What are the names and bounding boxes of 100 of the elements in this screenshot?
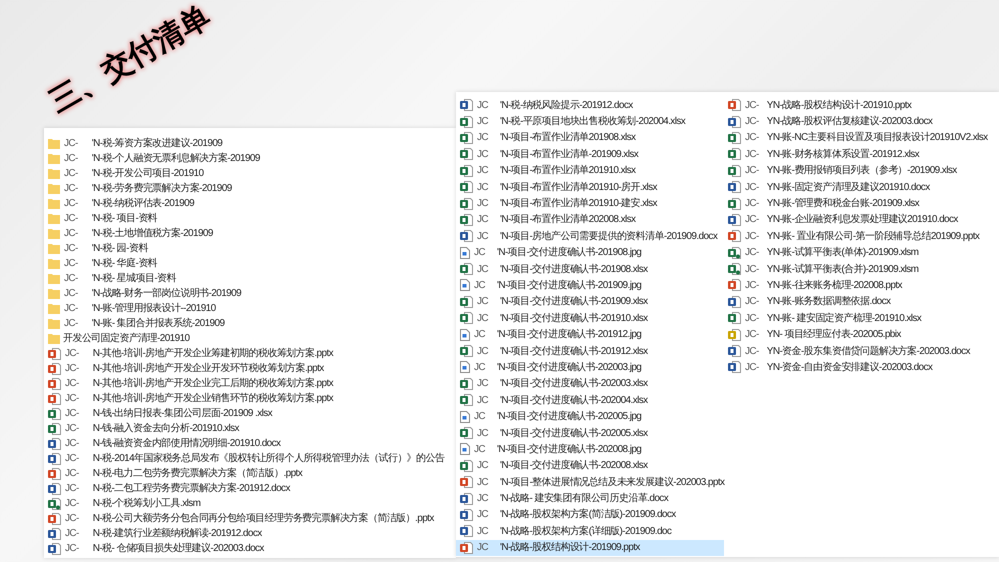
file-item[interactable]: JC- YN-账-费用报销项目列表（参考）-201909.xlsx — [724, 162, 999, 179]
file-item[interactable]: JC- YN-战略-股权结构设计-201910.pptx — [724, 97, 999, 114]
file-item[interactable]: JC 'N-项目-交付进度确认书-201908.xlsx — [456, 260, 724, 278]
folder-item[interactable]: JC- 'N-税-土地增值税方案-201909 — [44, 226, 456, 241]
spreadsheet-file-icon — [460, 312, 473, 324]
folder-item[interactable]: JC- 'N-税- 星城项目-资料 — [44, 271, 456, 286]
document-file-icon — [48, 438, 61, 450]
document-file-icon — [460, 492, 473, 505]
image-file-icon — [460, 410, 470, 423]
file-item[interactable]: JC- N-税-公司大额劳务分包合同再分包给项目经理劳务费完票解决方案（简洁版）.pptx — [44, 511, 456, 526]
file-item[interactable]: JC 'N-战略-股权架构方案(详细版)-201909.doc — [456, 523, 724, 540]
file-item[interactable]: JC- YN-账-NC主要科目设置及项目报表设计201910V2.xlsx — [724, 130, 999, 146]
spreadsheet-file-icon — [460, 460, 473, 472]
folder-item[interactable]: JC- 'N-税-筹资方案改进建议-201909 — [44, 136, 456, 151]
file-item[interactable]: JC- N-税-二包工程劳务费完票解决方案-201912.docx — [44, 481, 456, 496]
file-item[interactable]: JC 'N-税-纳税风险提示-201912.docx — [456, 97, 724, 114]
file-item[interactable]: JC- YN-账- 建安固定资产梳理-201910.xlsx — [724, 310, 999, 326]
file-item[interactable]: JC- N-钱-出纳日报表-集团公司层面-201909 .xlsx — [44, 406, 456, 421]
folder-item[interactable]: JC- 'N-账- 集团合并报表系统-201909 — [44, 316, 456, 331]
spreadsheet-file-icon — [728, 132, 741, 144]
file-item[interactable]: JC 'N-项目-交付进度确认书-202008.xlsx — [456, 458, 724, 474]
folder-item[interactable]: JC- 'N-税-个人融资无票利息解决方案-201909 — [44, 151, 456, 166]
folder-item[interactable]: 开发公司固定资产清理-201910 — [44, 331, 456, 346]
file-item[interactable]: JC- YN- 项目经理应付表-202005.pbix — [724, 326, 999, 343]
file-item[interactable]: JC- N-其他-培训-房地产开发企业筹建初期的税收筹划方案.pptx — [44, 346, 456, 361]
document-file-icon — [728, 296, 741, 308]
file-item[interactable]: JC- YN-资金-自由资金安排建议-202003.docx — [724, 359, 999, 376]
presentation-file-icon — [48, 348, 61, 360]
file-item[interactable]: JC 'N-项目-布置作业清单201908.xlsx — [456, 130, 724, 146]
file-item[interactable]: JC 'N-项目-布置作业清单201910.xlsx — [456, 162, 724, 179]
folder-item[interactable]: JC- 'N-税- 华庭-资料 — [44, 256, 456, 271]
spreadsheet-file-icon — [460, 198, 473, 210]
file-item[interactable]: JC 'N-项目-布置作业清单201910-建安.xlsx — [456, 195, 724, 212]
file-item[interactable]: JC 'N-项目-交付进度确认书-202005.jpg — [456, 408, 724, 425]
file-item[interactable]: JC- YN-账-固定资产清理及建议201910.docx — [724, 178, 999, 196]
file-item[interactable]: JC- YN-账-试算平衡表(合并)-201909.xlsm — [724, 260, 999, 278]
folder-icon — [48, 318, 60, 329]
spreadsheet-file-icon — [460, 148, 473, 160]
file-item[interactable]: JC 'N-税-平原项目地块出售税收筹划-202004.xlsx — [456, 113, 724, 130]
folder-icon — [48, 168, 60, 179]
file-item[interactable]: JC 'N-项目-交付进度确认书-202004.xlsx — [456, 392, 724, 408]
file-item[interactable]: JC 'N-项目-交付进度确认书-201908.jpg — [456, 244, 724, 261]
folder-icon — [48, 198, 60, 209]
file-item[interactable]: JC- YN-资金-股东集资借贷问题解决方案-202003.docx — [724, 342, 999, 360]
document-file-icon — [48, 482, 61, 494]
file-item[interactable]: JC 'N-项目-房地产公司需要提供的资料清单-201909.docx — [456, 228, 724, 245]
folder-item[interactable]: JC- 'N-账-管理用报表设计--201910 — [44, 301, 456, 316]
file-item[interactable]: JC- YN-账-管理费和税金台账-201909.xlsx — [724, 195, 999, 212]
folder-icon — [48, 273, 60, 284]
file-item[interactable]: JC 'N-项目-交付进度确认书-201909.xlsx — [456, 294, 724, 310]
file-item[interactable]: JC- N-税-建筑行业差额纳税解读-201912.docx — [44, 526, 456, 541]
spreadsheet-file-icon — [728, 263, 741, 276]
presentation-file-icon — [48, 392, 61, 404]
folder-item[interactable]: JC- 'N-税- 项目-资料 — [44, 211, 456, 226]
file-item[interactable]: JC 'N-项目-布置作业清单202008.xlsx — [456, 212, 724, 228]
file-item[interactable]: JC- YN-账-企业融资利息发票处理建议201910.docx — [724, 212, 999, 228]
folder-item[interactable]: JC- 'N-税-劳务费完票解决方案-201909 — [44, 181, 456, 196]
image-file-icon — [460, 328, 470, 341]
file-item[interactable]: JC 'N-项目-交付进度确认书-202003.xlsx — [456, 376, 724, 392]
file-item[interactable]: JC 'N-项目-交付进度确认书-201912.jpg — [456, 326, 724, 343]
file-item[interactable]: JC 'N-项目-交付进度确认书-201912.xlsx — [456, 342, 724, 360]
file-item[interactable]: JC- N-税-电力二包劳务费完票解决方案（简洁版）.pptx — [44, 466, 456, 481]
folder-item[interactable]: JC- 'N-税-开发公司项目-201910 — [44, 166, 456, 181]
file-item[interactable]: JC 'N-项目-布置作业清单201910-房开.xlsx — [456, 178, 724, 196]
document-file-icon — [460, 230, 473, 242]
presentation-file-icon — [460, 542, 473, 554]
file-item[interactable]: JC- N-税-2014年国家税务总局发布《股权转让所得个人所得税管理办法（试行）》的公告 — [44, 451, 456, 466]
folder-item[interactable]: JC- 'N-战略-财务一部岗位说明书-201909 — [44, 286, 456, 301]
presentation-file-icon — [728, 230, 741, 242]
file-item[interactable]: JC- N-其他-培训-房地产开发企业开发环节税收筹划方案.pptx — [44, 361, 456, 376]
file-item[interactable]: JC- N-钱-融入资金去向分析-201910.xlsx — [44, 421, 456, 436]
file-item[interactable]: JC- N-税-个税筹划小工具.xlsm — [44, 496, 456, 511]
folder-item[interactable]: JC- 'N-税- 园-资料 — [44, 241, 456, 256]
file-item[interactable]: JC 'N-项目-交付进度确认书-202005.xlsx — [456, 424, 724, 442]
file-item[interactable]: JC 'N-项目-交付进度确认书-202008.jpg — [456, 441, 724, 458]
file-item[interactable]: JC 'N-项目-布置作业清单-201909.xlsx — [456, 146, 724, 163]
file-item[interactable]: JC 'N-战略-股权架构方案(简洁版)-201909.docx — [456, 506, 724, 524]
folder-item[interactable]: JC- 'N-税-纳税评估表-201909 — [44, 196, 456, 211]
file-item[interactable]: JC 'N-项目-交付进度确认书-201909.jpg — [456, 277, 724, 294]
presentation-file-icon — [48, 362, 61, 374]
file-item[interactable]: JC- YN-账-往来账务梳理-202008.pptx — [724, 277, 999, 294]
file-item[interactable]: JC 'N-战略-股权结构设计-201909.pptx — [456, 540, 724, 556]
file-item[interactable]: JC 'N-战略- 建安集团有限公司历史沿革.docx — [456, 490, 724, 507]
file-item[interactable]: JC- YN-账-试算平衡表(单体)-201909.xlsm — [724, 244, 999, 261]
file-item[interactable]: JC- N-钱-融资资金内部使用情况明细-201910.docx — [44, 436, 456, 451]
file-item[interactable]: JC- YN-战略-股权评估复核建议-202003.docx — [724, 113, 999, 130]
file-item[interactable]: JC 'N-项目-交付进度确认书-201910.xlsx — [456, 310, 724, 326]
file-item[interactable]: JC- YN-账- 置业有限公司-第一阶段辅导总结201909.pptx — [724, 228, 999, 245]
folder-icon — [48, 213, 60, 224]
folder-icon — [48, 228, 60, 239]
file-item[interactable]: JC- YN-账-财务核算体系设置-201912.xlsx — [724, 146, 999, 163]
file-item[interactable]: JC- YN-账-账务数据调整依据.docx — [724, 294, 999, 310]
spreadsheet-file-icon — [460, 116, 473, 128]
file-item[interactable]: JC- N-税- 仓储项目损失处理建议-202003.docx — [44, 541, 456, 556]
spreadsheet-file-icon — [460, 181, 473, 194]
file-item[interactable]: JC 'N-项目-整体进展情况总结及未来发展建议-202003.pptx — [456, 474, 724, 490]
file-item[interactable]: JC 'N-项目-交付进度确认书-202003.jpg — [456, 359, 724, 376]
file-item[interactable]: JC- N-其他-培训-房地产开发企业销售环节的税收筹划方案.pptx — [44, 391, 456, 406]
file-item[interactable]: JC- N-其他-培训-房地产开发企业完工后期的税收筹划方案.pptx — [44, 376, 456, 391]
spreadsheet-file-icon — [728, 246, 741, 259]
